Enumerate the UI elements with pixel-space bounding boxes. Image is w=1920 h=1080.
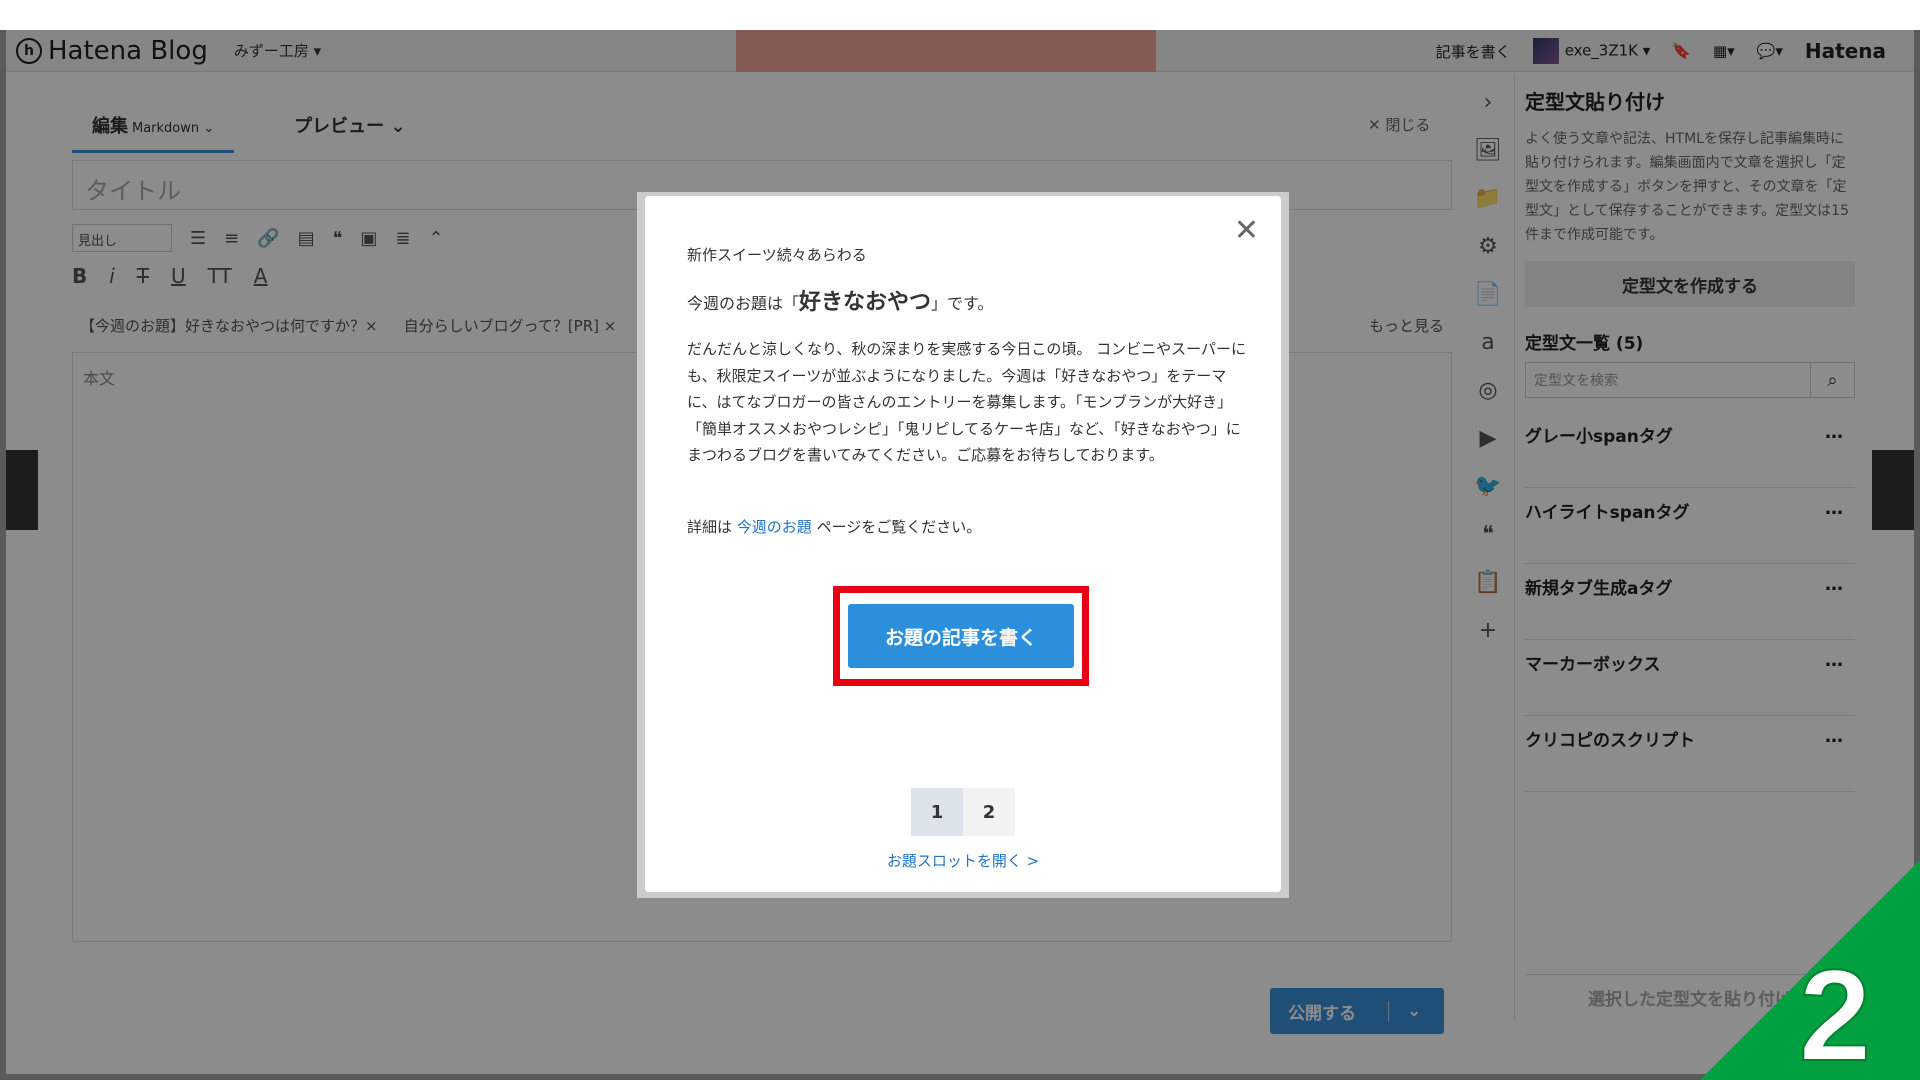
modal-topic: 今週のお題は「好きなおやつ」です。: [687, 284, 993, 316]
modal-subtitle: 新作スイーツ続々あらわる: [687, 246, 867, 264]
modal-description: だんだんと涼しくなり、秋の深まりを実感する今日この頃。 コンビニやスーパーにも、…: [687, 340, 1247, 464]
weekly-topic-link[interactable]: 今週のお題: [737, 518, 812, 536]
step-badge: 2: [1700, 860, 1920, 1080]
write-topic-article-button[interactable]: お題の記事を書く: [848, 604, 1074, 668]
modal-pager: 1 2: [911, 788, 1015, 836]
detail-suffix: ページをご覧ください。: [811, 518, 982, 536]
open-topic-slot-link[interactable]: お題スロットを開く >: [645, 850, 1281, 871]
modal-detail: 詳細は 今週のお題 ページをご覧ください。: [687, 516, 981, 537]
topic-prefix: 今週のお題は「: [687, 294, 800, 313]
browser-viewport: h Hatena Blog みずー工房 ▾ 記事を書く exe_3Z1K ▾ 🔖…: [6, 30, 1914, 1074]
highlight-frame: お題の記事を書く: [833, 586, 1089, 686]
topic-name: 好きなおやつ: [799, 290, 932, 315]
step-number: 2: [1799, 942, 1871, 1080]
weekly-topic-modal: ✕ 新作スイーツ続々あらわる 今週のお題は「好きなおやつ」です。 だんだんと涼し…: [645, 196, 1281, 892]
page-1-button[interactable]: 1: [911, 788, 963, 836]
top-band: [0, 0, 1920, 30]
topic-suffix: 」です。: [931, 294, 994, 313]
close-icon[interactable]: ✕: [1234, 216, 1259, 246]
page-2-button[interactable]: 2: [963, 788, 1015, 836]
detail-prefix: 詳細は: [687, 518, 737, 536]
